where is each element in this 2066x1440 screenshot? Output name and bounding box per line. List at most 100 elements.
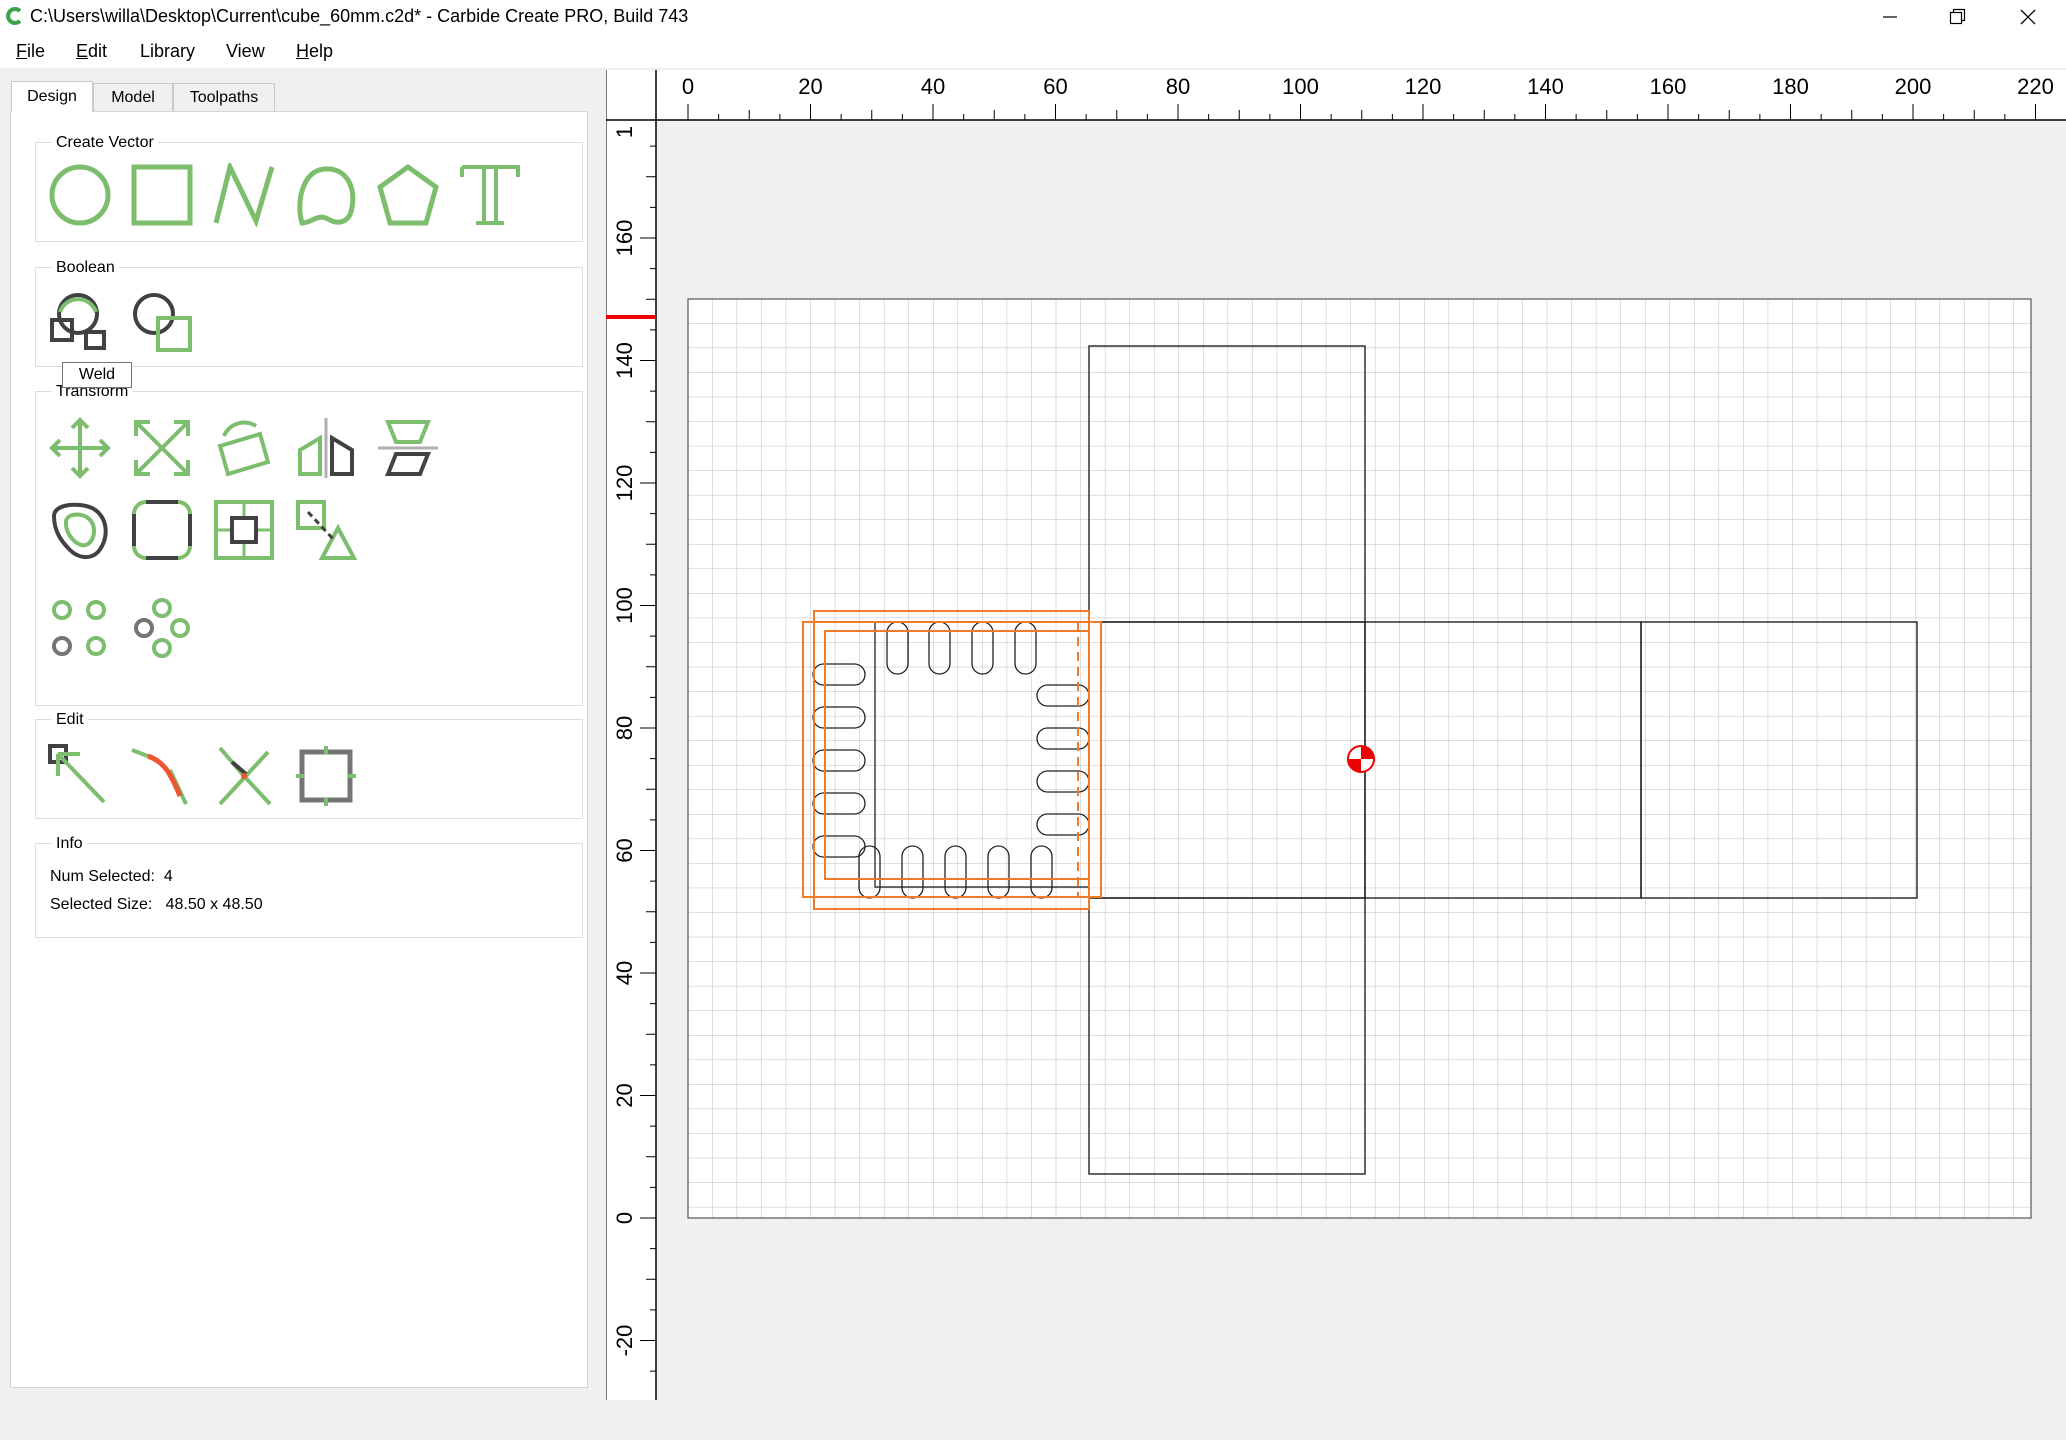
num-selected-row: Num Selected: 4 bbox=[50, 868, 173, 886]
ruler-y-label: -20 bbox=[612, 1325, 637, 1357]
create-vector-title: Create Vector bbox=[52, 134, 158, 152]
circular-array-tool[interactable] bbox=[130, 596, 194, 660]
scale-tool[interactable] bbox=[130, 416, 194, 480]
text-tool[interactable] bbox=[458, 163, 522, 227]
ruler-x-label: 180 bbox=[1772, 74, 1809, 99]
info-group: Info Num Selected: 4 Selected Size: 48.5… bbox=[35, 835, 583, 938]
ruler-y-label: 100 bbox=[612, 587, 637, 624]
ruler-x-label: 60 bbox=[1043, 74, 1067, 99]
design-canvas[interactable]: 0 20 40 60 80 100 120 140 160 180 200 220 160 140 120… bbox=[605, 70, 2066, 1400]
menu-library[interactable]: Library bbox=[140, 41, 195, 62]
circular-array-icon bbox=[134, 598, 190, 658]
fillet-tool[interactable] bbox=[130, 498, 194, 562]
restore-button[interactable] bbox=[1928, 0, 1988, 34]
polyline-tool[interactable] bbox=[212, 163, 276, 227]
menu-bar: File Edit Library View Help bbox=[0, 34, 2066, 68]
weld-tool[interactable] bbox=[48, 292, 112, 356]
trim-tool[interactable] bbox=[212, 744, 276, 808]
polygon-icon bbox=[377, 163, 439, 226]
selected-size-value: 48.50 x 48.50 bbox=[165, 896, 263, 913]
ruler-y-label: 40 bbox=[612, 961, 637, 985]
minimize-button[interactable] bbox=[1860, 0, 1920, 34]
rotate-tool[interactable] bbox=[212, 416, 276, 480]
ruler-x-label: 40 bbox=[921, 74, 945, 99]
ruler-y-label: 120 bbox=[612, 465, 637, 502]
subtract-icon bbox=[133, 293, 192, 352]
rectangle-tool[interactable] bbox=[130, 163, 194, 227]
tab-toolpaths[interactable]: Toolpaths bbox=[173, 83, 275, 112]
fillet-path-icon bbox=[131, 748, 188, 805]
offset-tool[interactable] bbox=[48, 498, 112, 562]
tab-design[interactable]: Design bbox=[11, 81, 93, 112]
ruler-x-label: 120 bbox=[1405, 74, 1442, 99]
design-panel: Create Vector Boolean Transform Edit Inf… bbox=[10, 111, 588, 1388]
ruler-x-label: 140 bbox=[1527, 74, 1564, 99]
array-tool[interactable] bbox=[48, 596, 112, 660]
curve-icon bbox=[297, 166, 356, 226]
ruler-x-label: 200 bbox=[1895, 74, 1932, 99]
selected-size-row: Selected Size: 48.50 x 48.50 bbox=[50, 896, 263, 914]
mirror-tool[interactable] bbox=[294, 416, 358, 480]
menu-file[interactable]: File bbox=[16, 41, 45, 62]
flip-tool[interactable] bbox=[376, 416, 440, 480]
close-icon bbox=[2020, 9, 2036, 25]
menu-view[interactable]: View bbox=[226, 41, 265, 62]
scale-icon bbox=[134, 420, 190, 476]
circle-icon bbox=[49, 164, 111, 226]
move-icon bbox=[49, 417, 111, 479]
ruler-x-label: 20 bbox=[798, 74, 822, 99]
window-title: C:\Users\willa\Desktop\Current\cube_60mm… bbox=[30, 6, 689, 26]
tab-model[interactable]: Model bbox=[93, 83, 173, 112]
bounding-box-tool[interactable] bbox=[294, 744, 358, 808]
ruler-x-label: 100 bbox=[1282, 74, 1319, 99]
create-vector-group: Create Vector bbox=[35, 134, 583, 242]
ruler-x-label: 80 bbox=[1166, 74, 1190, 99]
align-icon bbox=[214, 500, 274, 560]
bounding-box-icon bbox=[296, 746, 356, 806]
ruler-x-label: 220 bbox=[2017, 74, 2054, 99]
ruler-x-label: 0 bbox=[682, 74, 694, 99]
carbide-app-icon bbox=[6, 7, 22, 25]
ruler-y-label: 80 bbox=[612, 716, 637, 740]
weld-icon bbox=[50, 293, 106, 350]
edit-title: Edit bbox=[52, 711, 88, 729]
mirror-icon bbox=[298, 418, 354, 478]
rotate-icon bbox=[217, 420, 271, 477]
horizontal-ruler bbox=[606, 70, 2066, 120]
ruler-x-label: 160 bbox=[1650, 74, 1687, 99]
num-selected-label: Num Selected: bbox=[50, 868, 155, 885]
minimize-icon bbox=[1883, 16, 1897, 18]
canvas-svg[interactable]: 0 20 40 60 80 100 120 140 160 180 200 220 160140120… bbox=[605, 70, 2066, 1400]
ruler-y-label: 160 bbox=[612, 220, 637, 257]
array-icon bbox=[52, 600, 106, 656]
edit-nodes-tool[interactable] bbox=[48, 744, 112, 808]
trim-icon bbox=[218, 746, 272, 806]
title-bar: C:\Users\willa\Desktop\Current\cube_60mm… bbox=[0, 0, 2066, 34]
text-icon bbox=[460, 165, 520, 225]
rectangle-icon bbox=[131, 164, 193, 226]
fillet-path-tool[interactable] bbox=[130, 744, 194, 808]
info-title: Info bbox=[52, 835, 87, 853]
close-button[interactable] bbox=[1998, 0, 2058, 34]
align-to-shape-icon bbox=[296, 500, 358, 560]
edit-nodes-icon bbox=[48, 744, 106, 804]
polyline-icon bbox=[213, 163, 275, 227]
ruler-y-label: 140 bbox=[612, 342, 637, 379]
subtract-tool[interactable] bbox=[130, 292, 194, 356]
curve-tool[interactable] bbox=[294, 163, 358, 227]
center-marker-icon[interactable] bbox=[1347, 745, 1375, 773]
fillet-icon bbox=[132, 500, 192, 560]
menu-edit[interactable]: Edit bbox=[76, 41, 107, 62]
weld-tooltip: Weld bbox=[62, 362, 132, 388]
align-tool[interactable] bbox=[212, 498, 276, 562]
menu-help[interactable]: Help bbox=[296, 41, 333, 62]
polygon-tool[interactable] bbox=[376, 163, 440, 227]
boolean-group: Boolean bbox=[35, 259, 583, 367]
align-to-shape-tool[interactable] bbox=[294, 498, 358, 562]
restore-icon bbox=[1949, 8, 1966, 25]
circle-tool[interactable] bbox=[48, 163, 112, 227]
ruler-y-label: 0 bbox=[612, 1212, 637, 1224]
ruler-y-label-partial: 1 bbox=[612, 126, 637, 138]
move-tool[interactable] bbox=[48, 416, 112, 480]
ruler-y-label: 60 bbox=[612, 838, 637, 862]
